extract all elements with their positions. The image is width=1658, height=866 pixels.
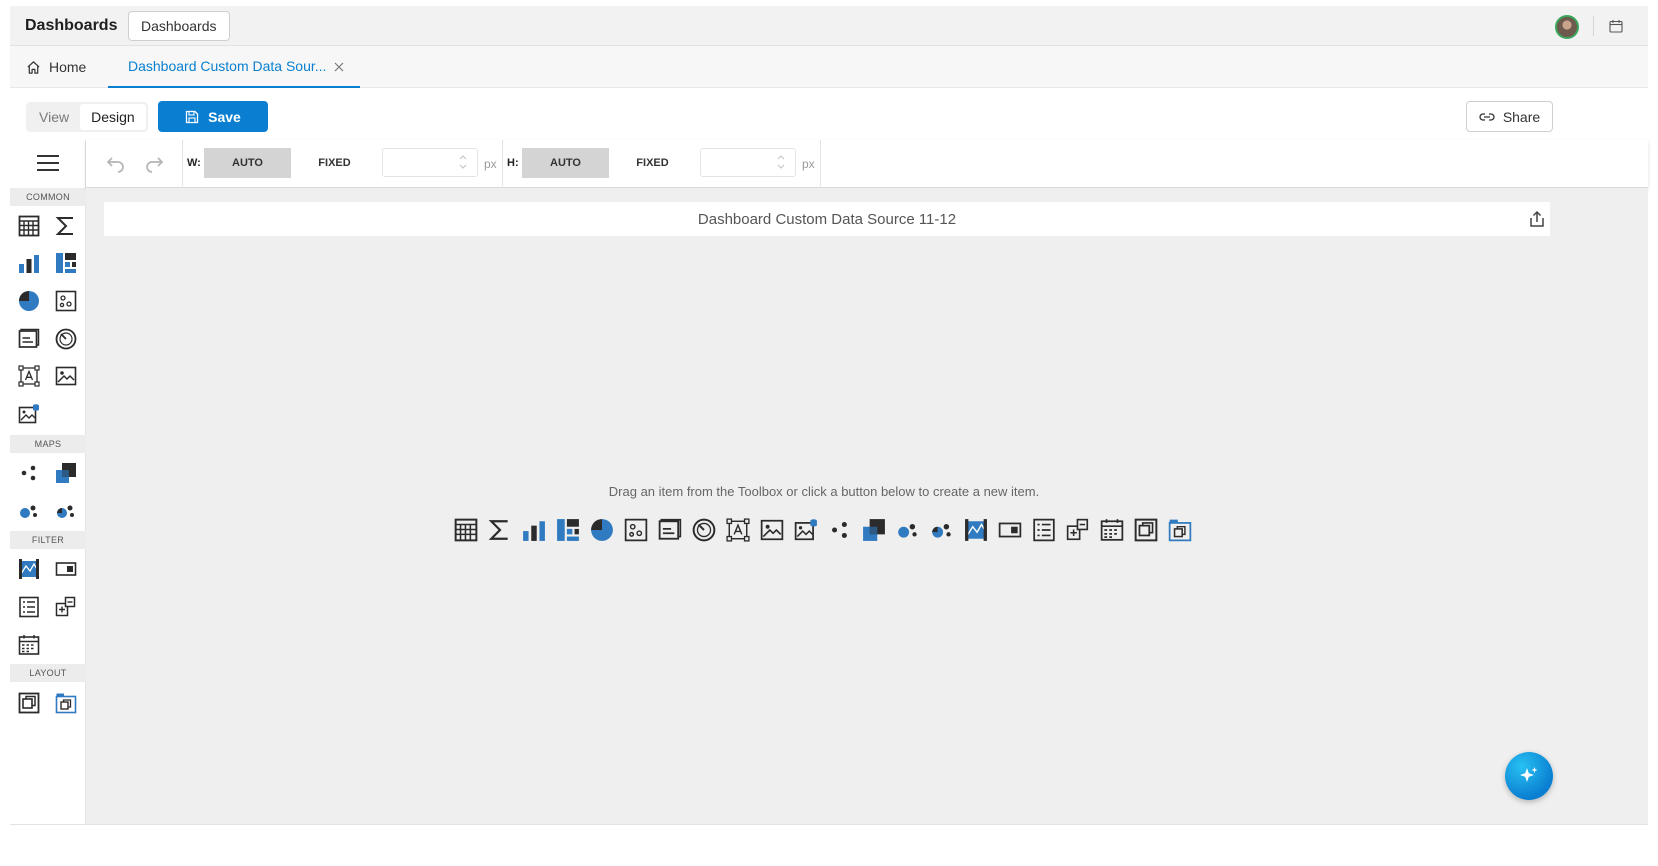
geo-point-map-icon[interactable] [18, 462, 40, 484]
treemap-icon[interactable] [556, 518, 580, 542]
width-label: W: [187, 157, 201, 169]
width-auto-button[interactable]: AUTO [204, 148, 291, 178]
bubble-map-icon[interactable] [896, 518, 920, 542]
sparkle-icon [1520, 767, 1538, 782]
toolbox-section-common: COMMON [10, 188, 86, 206]
empty-dashboard-hint: Drag an item from the Toolbox or click a… [608, 484, 1040, 499]
dashboards-breadcrumb-button[interactable]: Dashboards [128, 11, 230, 41]
tab-home[interactable]: Home [26, 56, 86, 78]
top-header: Dashboards Dashboards [10, 6, 1648, 46]
geo-point-map-icon[interactable] [828, 518, 852, 542]
link-icon [1479, 112, 1495, 121]
save-icon [185, 110, 199, 123]
range-filter-icon[interactable] [964, 518, 988, 542]
text-box-icon[interactable] [18, 328, 40, 350]
share-button[interactable]: Share [1466, 101, 1553, 132]
redo-icon[interactable] [144, 153, 164, 173]
view-mode-button[interactable]: View [28, 104, 80, 130]
chart-bar-icon[interactable] [522, 518, 546, 542]
width-fixed-button[interactable]: FIXED [291, 148, 378, 178]
pie-map-icon[interactable] [930, 518, 954, 542]
width-unit: px [484, 157, 497, 171]
home-icon [27, 60, 40, 74]
height-spinner-icon[interactable] [777, 153, 785, 171]
designer-toolbar: W: AUTO FIXED px H: AUTO FIXED px [86, 140, 1648, 188]
bubble-map-icon[interactable] [18, 500, 40, 522]
list-box-icon[interactable] [18, 596, 40, 618]
dashboard-title-bar: Dashboard Custom Data Source 11-12 [104, 202, 1550, 236]
date-filter-icon[interactable] [18, 634, 40, 656]
image-icon[interactable] [760, 518, 784, 542]
view-design-toggle: View Design [26, 102, 148, 132]
dashboard-title[interactable]: Dashboard Custom Data Source 11-12 [104, 211, 1550, 228]
pie-map-icon[interactable] [55, 500, 77, 522]
tree-view-icon[interactable] [1066, 518, 1090, 542]
save-button-label: Save [208, 108, 241, 125]
text-box-icon[interactable] [658, 518, 682, 542]
height-unit: px [802, 157, 815, 171]
bound-image-icon[interactable] [794, 518, 818, 542]
pie-icon[interactable] [18, 290, 40, 312]
tab-bar: Home Dashboard Custom Data Sour... [10, 46, 1648, 88]
bottom-border [10, 824, 1648, 825]
card-sigma-icon[interactable] [55, 215, 77, 237]
share-button-label: Share [1502, 108, 1541, 125]
range-filter-icon[interactable] [18, 558, 40, 580]
bound-image-icon[interactable] [18, 403, 40, 425]
combo-box-icon[interactable] [998, 518, 1022, 542]
width-spinner-icon[interactable] [459, 153, 467, 171]
menu-icon[interactable] [37, 155, 59, 171]
toolbox-section-filter: FILTER [10, 531, 86, 549]
tree-view-icon[interactable] [55, 596, 77, 618]
grid-icon[interactable] [18, 215, 40, 237]
tab-container-icon[interactable] [1168, 518, 1192, 542]
bound-text-icon[interactable] [726, 518, 750, 542]
header-divider [1593, 16, 1594, 36]
gauge-icon[interactable] [55, 328, 77, 350]
treemap-icon[interactable] [55, 252, 77, 274]
app-title: Dashboards [25, 17, 118, 34]
pie-icon[interactable] [590, 518, 614, 542]
undo-icon[interactable] [106, 153, 126, 173]
choropleth-map-icon[interactable] [55, 462, 77, 484]
toolbox-panel: COMMON MAPS FILTER LAYOUT [10, 140, 86, 824]
bound-text-icon[interactable] [18, 365, 40, 387]
design-mode-button[interactable]: Design [80, 104, 146, 130]
height-auto-button[interactable]: AUTO [522, 148, 609, 178]
toolbar-separator [502, 140, 503, 186]
app-frame: Dashboards Dashboards Home Dashboard Cus… [10, 6, 1648, 866]
chart-bar-icon[interactable] [18, 252, 40, 274]
tab-container-icon[interactable] [55, 692, 77, 714]
gauge-icon[interactable] [692, 518, 716, 542]
calendar-icon[interactable] [1609, 19, 1623, 33]
height-fixed-button[interactable]: FIXED [609, 148, 696, 178]
scatter-icon[interactable] [55, 290, 77, 312]
toolbox-section-layout: LAYOUT [10, 664, 86, 682]
grid-icon[interactable] [454, 518, 478, 542]
group-icon[interactable] [1134, 518, 1158, 542]
list-box-icon[interactable] [1032, 518, 1056, 542]
toolbar-separator [820, 140, 821, 186]
ai-assistant-button[interactable] [1505, 752, 1553, 800]
tab-active-label: Dashboard Custom Data Sour... [128, 58, 327, 74]
group-icon[interactable] [18, 692, 40, 714]
image-icon[interactable] [55, 365, 77, 387]
card-sigma-icon[interactable] [488, 518, 512, 542]
choropleth-map-icon[interactable] [862, 518, 886, 542]
toolbox-section-maps: MAPS [10, 435, 86, 453]
date-filter-icon[interactable] [1100, 518, 1124, 542]
height-label: H: [507, 157, 519, 169]
dashboard-canvas: Dashboard Custom Data Source 11-12 Drag … [86, 188, 1648, 824]
scatter-icon[interactable] [624, 518, 648, 542]
export-icon[interactable] [1528, 210, 1546, 228]
user-avatar[interactable] [1555, 15, 1579, 39]
combo-box-icon[interactable] [55, 558, 77, 580]
toolbar-separator [182, 140, 183, 186]
close-icon[interactable] [332, 60, 346, 74]
save-button[interactable]: Save [158, 101, 268, 132]
tab-dashboard-custom-data-source[interactable]: Dashboard Custom Data Sour... [108, 46, 360, 88]
tab-home-label: Home [49, 59, 87, 75]
